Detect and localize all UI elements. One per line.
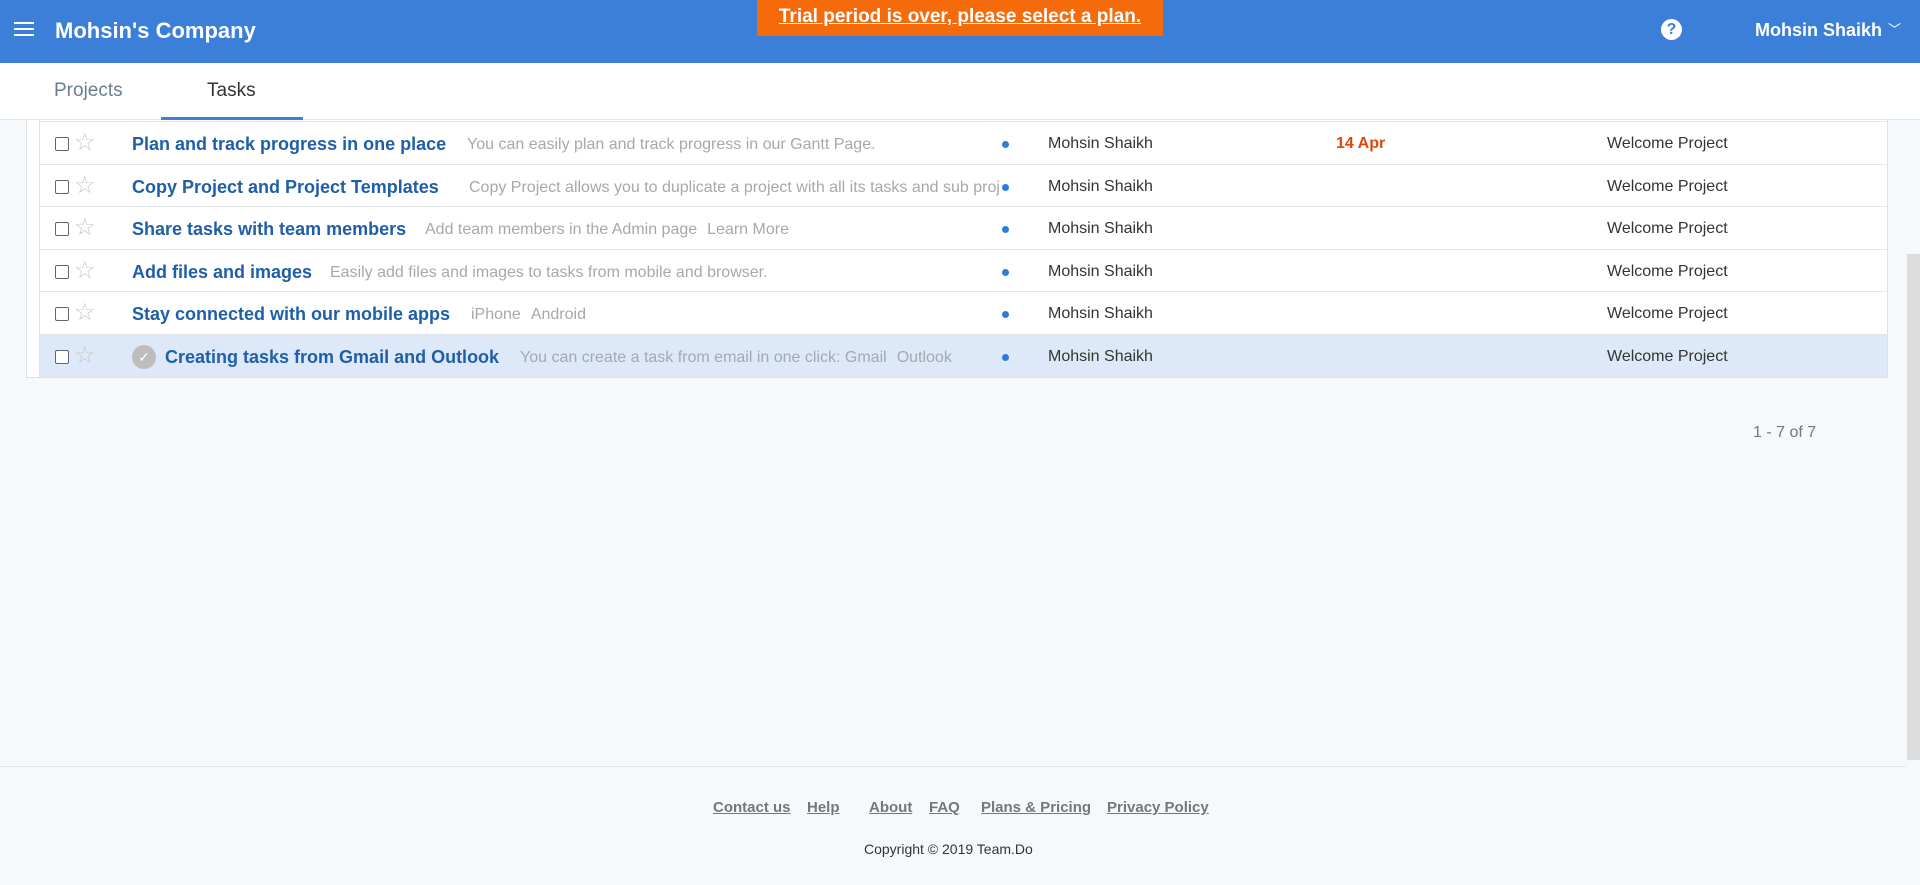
status-dot <box>1002 353 1009 361</box>
footer-link-about[interactable]: About <box>869 799 912 816</box>
hamburger-menu-icon[interactable] <box>14 22 34 38</box>
task-checkbox[interactable] <box>55 179 69 194</box>
status-dot <box>1002 183 1009 191</box>
task-project[interactable]: Welcome Project <box>1607 305 1728 323</box>
top-bar: Mohsin's Company Trial period is over, p… <box>0 0 1920 63</box>
status-dot <box>1002 141 1009 148</box>
footer-link-faq[interactable]: FAQ <box>929 799 960 816</box>
completed-check-icon[interactable]: ✓ <box>132 344 156 369</box>
trial-expired-banner[interactable]: Trial period is over, please select a pl… <box>757 0 1163 36</box>
task-checkbox[interactable] <box>55 349 69 364</box>
task-owner[interactable]: Mohsin Shaikh <box>1048 220 1153 238</box>
task-row[interactable]: ☆ Plan and track progress in one place You… <box>39 122 1887 165</box>
task-project[interactable]: Welcome Project <box>1607 220 1728 238</box>
task-description: You can create a task from email in one … <box>520 349 1000 367</box>
footer-link-privacy-policy[interactable]: Privacy Policy <box>1107 799 1209 816</box>
task-description-text: Add team members in the Admin page <box>425 221 698 238</box>
chevron-down-icon: ﹀ <box>1888 22 1902 37</box>
scrollbar[interactable] <box>1907 254 1920 760</box>
task-owner[interactable]: Mohsin Shaikh <box>1048 178 1153 196</box>
task-description: Add team members in the Admin page Learn … <box>425 221 955 239</box>
task-description-link[interactable]: Outlook <box>897 349 952 366</box>
task-description-text: Copy Project allows you to duplicate a p… <box>469 178 999 196</box>
footer-link-contact-us[interactable]: Contact us <box>713 799 791 816</box>
task-project[interactable]: Welcome Project <box>1607 263 1728 281</box>
tab-projects[interactable]: Projects <box>54 80 123 102</box>
task-description-text: You can create a task from email in one … <box>520 348 887 366</box>
star-icon[interactable]: ☆ <box>74 216 96 240</box>
status-dot <box>1002 226 1009 233</box>
task-project[interactable]: Welcome Project <box>1607 135 1728 153</box>
task-row[interactable]: ☆ ✓ Creating tasks from Gmail and Outlook Y… <box>39 334 1887 377</box>
task-description-text: You can easily plan and track progress i… <box>467 136 876 153</box>
task-checkbox[interactable] <box>55 137 69 151</box>
task-row[interactable]: ☆ Copy Project and Project Templates Copy … <box>39 164 1887 207</box>
task-table: ☆50% Welcome to Team.DoThank you for cho… <box>26 89 1888 378</box>
task-description-link[interactable]: Learn More <box>707 221 789 238</box>
task-title[interactable]: Share tasks with team members <box>132 219 406 240</box>
user-menu[interactable]: Mohsin Shaikh ﹀ <box>1755 20 1901 41</box>
task-description: Copy Project allows you to duplicate a p… <box>469 179 999 197</box>
task-row[interactable]: ☆ Stay connected with our mobile apps iPho… <box>39 292 1887 335</box>
task-owner[interactable]: Mohsin Shaikh <box>1048 263 1153 281</box>
task-checkbox[interactable] <box>55 222 69 236</box>
active-tab-indicator <box>161 117 303 120</box>
copyright: Copyright © 2019 Team.Do <box>864 841 1033 857</box>
task-checkbox[interactable] <box>55 264 69 279</box>
star-icon[interactable]: ☆ <box>74 301 96 325</box>
task-owner[interactable]: Mohsin Shaikh <box>1048 305 1153 323</box>
task-description-link[interactable]: Android <box>531 306 586 323</box>
star-icon[interactable]: ☆ <box>74 343 96 368</box>
task-title[interactable]: Add files and images <box>132 262 312 283</box>
task-description: You can easily plan and track progress i… <box>467 136 997 154</box>
company-name[interactable]: Mohsin's Company <box>55 18 256 44</box>
task-project[interactable]: Welcome Project <box>1607 348 1728 366</box>
tab-tasks[interactable]: Tasks <box>207 80 256 102</box>
footer-link-plans-pricing[interactable]: Plans & Pricing <box>981 799 1091 816</box>
task-row[interactable]: ☆ Add files and images Easily add files an… <box>39 249 1887 292</box>
task-description: iPhone Android <box>471 306 1000 324</box>
status-dot <box>1002 311 1009 318</box>
task-title[interactable]: Copy Project and Project Templates <box>132 177 439 198</box>
task-title[interactable]: Creating tasks from Gmail and Outlook <box>165 347 499 368</box>
star-icon[interactable]: ☆ <box>74 173 96 198</box>
task-title[interactable]: Plan and track progress in one place <box>132 134 446 155</box>
task-checkbox[interactable] <box>55 307 69 321</box>
pagination-info: 1 - 7 of 7 <box>1753 424 1817 441</box>
task-description-text: Easily add files and images to tasks fro… <box>330 263 768 281</box>
footer: Contact us Help About FAQ Plans & Pricin… <box>0 766 1906 885</box>
task-description-text: iPhone <box>471 306 521 323</box>
status-dot <box>1002 268 1009 276</box>
task-title[interactable]: Stay connected with our mobile apps <box>132 304 450 325</box>
task-owner[interactable]: Mohsin Shaikh <box>1048 348 1153 366</box>
task-description: Easily add files and images to tasks fro… <box>330 264 860 282</box>
footer-links: Contact us Help About FAQ Plans & Pricin… <box>0 799 1906 817</box>
tab-bar: Projects Tasks <box>0 63 1920 120</box>
help-icon[interactable]: ? <box>1661 19 1682 40</box>
task-row[interactable]: ☆ Share tasks with team members Add team m… <box>39 207 1887 250</box>
task-owner[interactable]: Mohsin Shaikh <box>1048 135 1153 153</box>
star-icon[interactable]: ☆ <box>74 258 96 283</box>
task-project[interactable]: Welcome Project <box>1607 178 1728 196</box>
task-due-date[interactable]: 14 Apr <box>1336 135 1385 153</box>
star-icon[interactable]: ☆ <box>74 131 96 155</box>
footer-link-help[interactable]: Help <box>807 799 840 816</box>
user-name: Mohsin Shaikh <box>1755 20 1883 40</box>
